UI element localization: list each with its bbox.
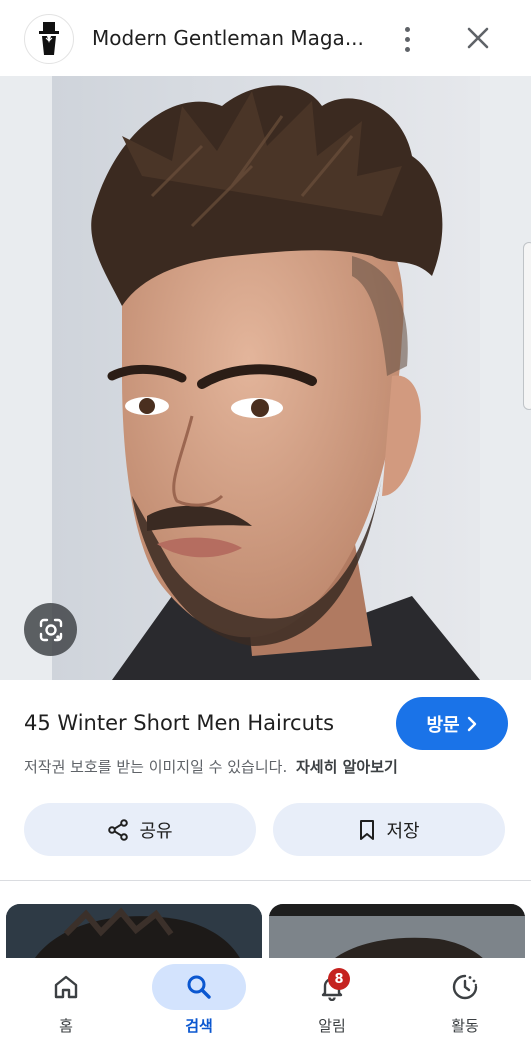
- nav-notifications-label: 알림: [318, 1017, 346, 1035]
- nav-activity[interactable]: 활동: [399, 958, 531, 1040]
- save-label: 저장: [386, 820, 420, 842]
- nav-search-label: 검색: [185, 1017, 213, 1035]
- close-icon[interactable]: [462, 22, 494, 54]
- nav-home-label: 홈: [59, 1017, 73, 1035]
- chevron-right-icon: [467, 716, 476, 731]
- nav-activity-label: 활동: [451, 1017, 479, 1035]
- nav-search[interactable]: 검색: [133, 958, 265, 1040]
- bottom-navigation: 홈 검색 8 알림 활동: [0, 958, 531, 1040]
- app-header: Modern Gentleman Maga...: [0, 0, 531, 76]
- divider: [0, 880, 531, 881]
- copyright-text: 저작권 보호를 받는 이미지일 수 있습니다.: [24, 758, 288, 776]
- top-hat-gentleman-icon: [39, 22, 59, 55]
- haircut-photo[interactable]: [52, 76, 480, 680]
- activity-history-icon: [452, 974, 478, 1000]
- site-logo[interactable]: [24, 14, 74, 64]
- nav-notifications[interactable]: 8 알림: [266, 958, 398, 1040]
- side-panel-handle[interactable]: [523, 242, 531, 410]
- copyright-note: 저작권 보호를 받는 이미지일 수 있습니다. 자세히 알아보기: [24, 756, 398, 778]
- visit-label: 방문: [426, 714, 460, 736]
- save-button[interactable]: 저장: [273, 803, 505, 856]
- google-lens-button[interactable]: [24, 603, 77, 656]
- nav-home[interactable]: 홈: [0, 958, 132, 1040]
- site-title[interactable]: Modern Gentleman Maga...: [92, 24, 364, 52]
- visit-button[interactable]: 방문: [396, 697, 508, 750]
- share-label: 공유: [139, 820, 173, 842]
- share-icon: [108, 818, 129, 841]
- notification-badge: 8: [328, 968, 350, 990]
- search-icon: [187, 975, 211, 999]
- result-title[interactable]: 45 Winter Short Men Haircuts: [24, 708, 334, 738]
- image-viewer: [0, 76, 531, 680]
- share-button[interactable]: 공유: [24, 803, 256, 856]
- learn-more-link[interactable]: 자세히 알아보기: [296, 758, 398, 776]
- home-icon: [54, 975, 78, 999]
- google-lens-icon: [39, 618, 62, 641]
- portrait-illustration: [52, 76, 480, 680]
- more-vertical-icon[interactable]: [392, 22, 422, 56]
- bookmark-icon: [360, 819, 375, 840]
